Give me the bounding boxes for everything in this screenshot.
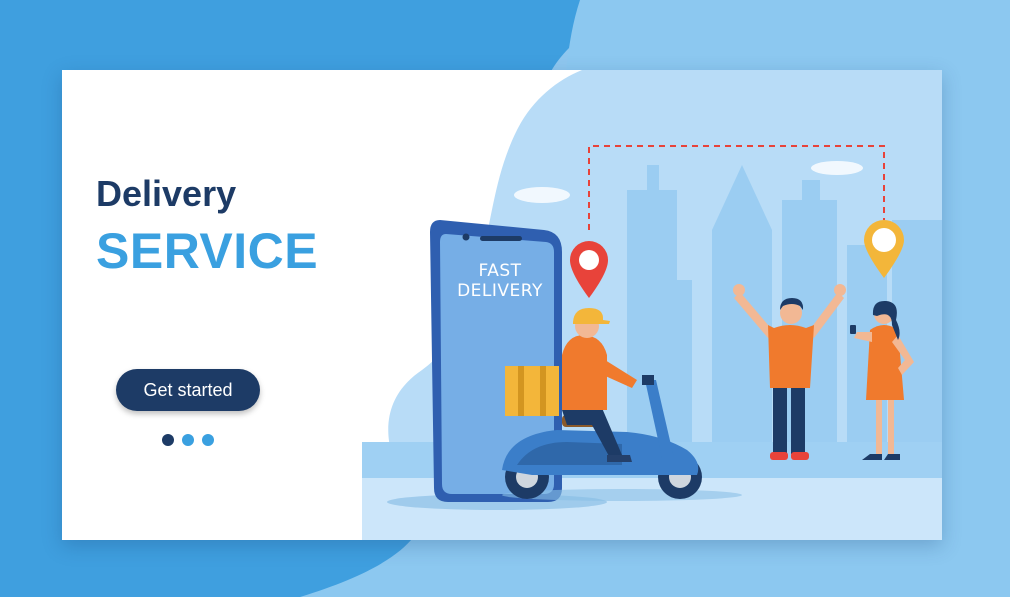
get-started-button[interactable]: Get started [116, 369, 260, 411]
carousel-dot-1[interactable] [162, 434, 174, 446]
cloud [514, 187, 570, 203]
carousel-dots [162, 434, 214, 446]
hero-subtitle: SERVICE [96, 223, 319, 279]
hero-illustration: FAST DELIVERY [62, 70, 942, 540]
phone-line-2: DELIVERY [457, 281, 543, 301]
phone-line-1: FAST [478, 261, 521, 281]
hero-card: FAST DELIVERY Delivery SERVICE Get start… [62, 70, 942, 540]
carousel-dot-3[interactable] [202, 434, 214, 446]
cloud [811, 161, 863, 175]
hero-title: Delivery [96, 173, 237, 214]
carousel-dot-2[interactable] [182, 434, 194, 446]
